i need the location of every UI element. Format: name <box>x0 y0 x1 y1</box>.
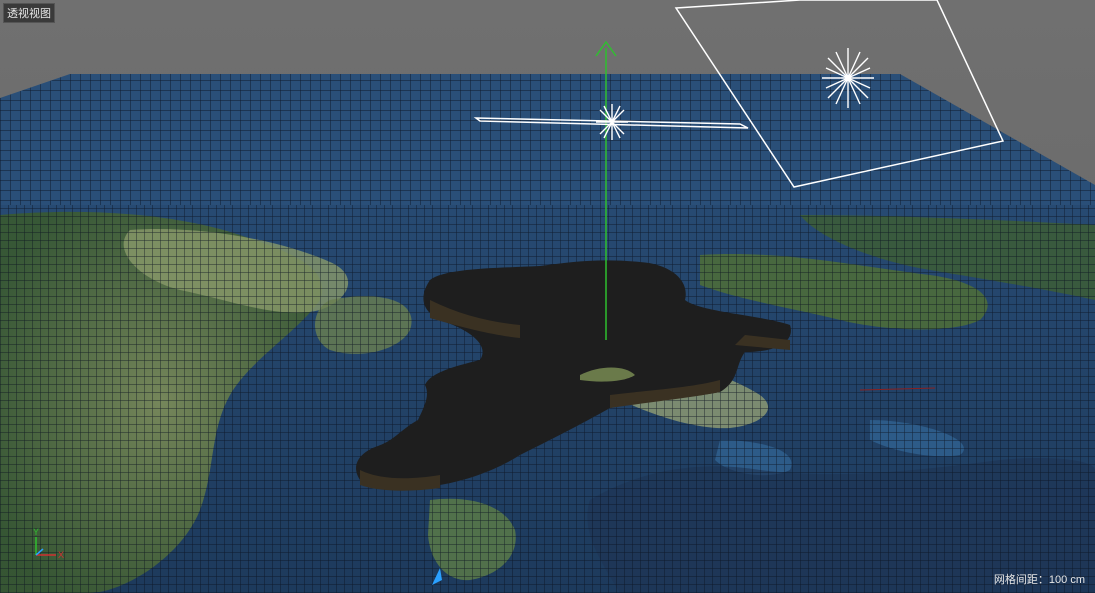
3d-scene[interactable] <box>0 0 1095 593</box>
axis-gizmo: Y X <box>33 527 64 560</box>
gizmo-x-label: X <box>58 550 64 560</box>
far-grid-lines <box>0 74 1095 205</box>
gizmo-y-label: Y <box>33 527 39 537</box>
gizmo-z-axis <box>35 548 44 556</box>
viewport[interactable]: 透视视图 Y X 网格间距：100 cm <box>0 0 1095 593</box>
grid-spacing-label: 网格间距：100 cm <box>993 574 1085 586</box>
view-label[interactable]: 透视视图 <box>3 3 55 23</box>
